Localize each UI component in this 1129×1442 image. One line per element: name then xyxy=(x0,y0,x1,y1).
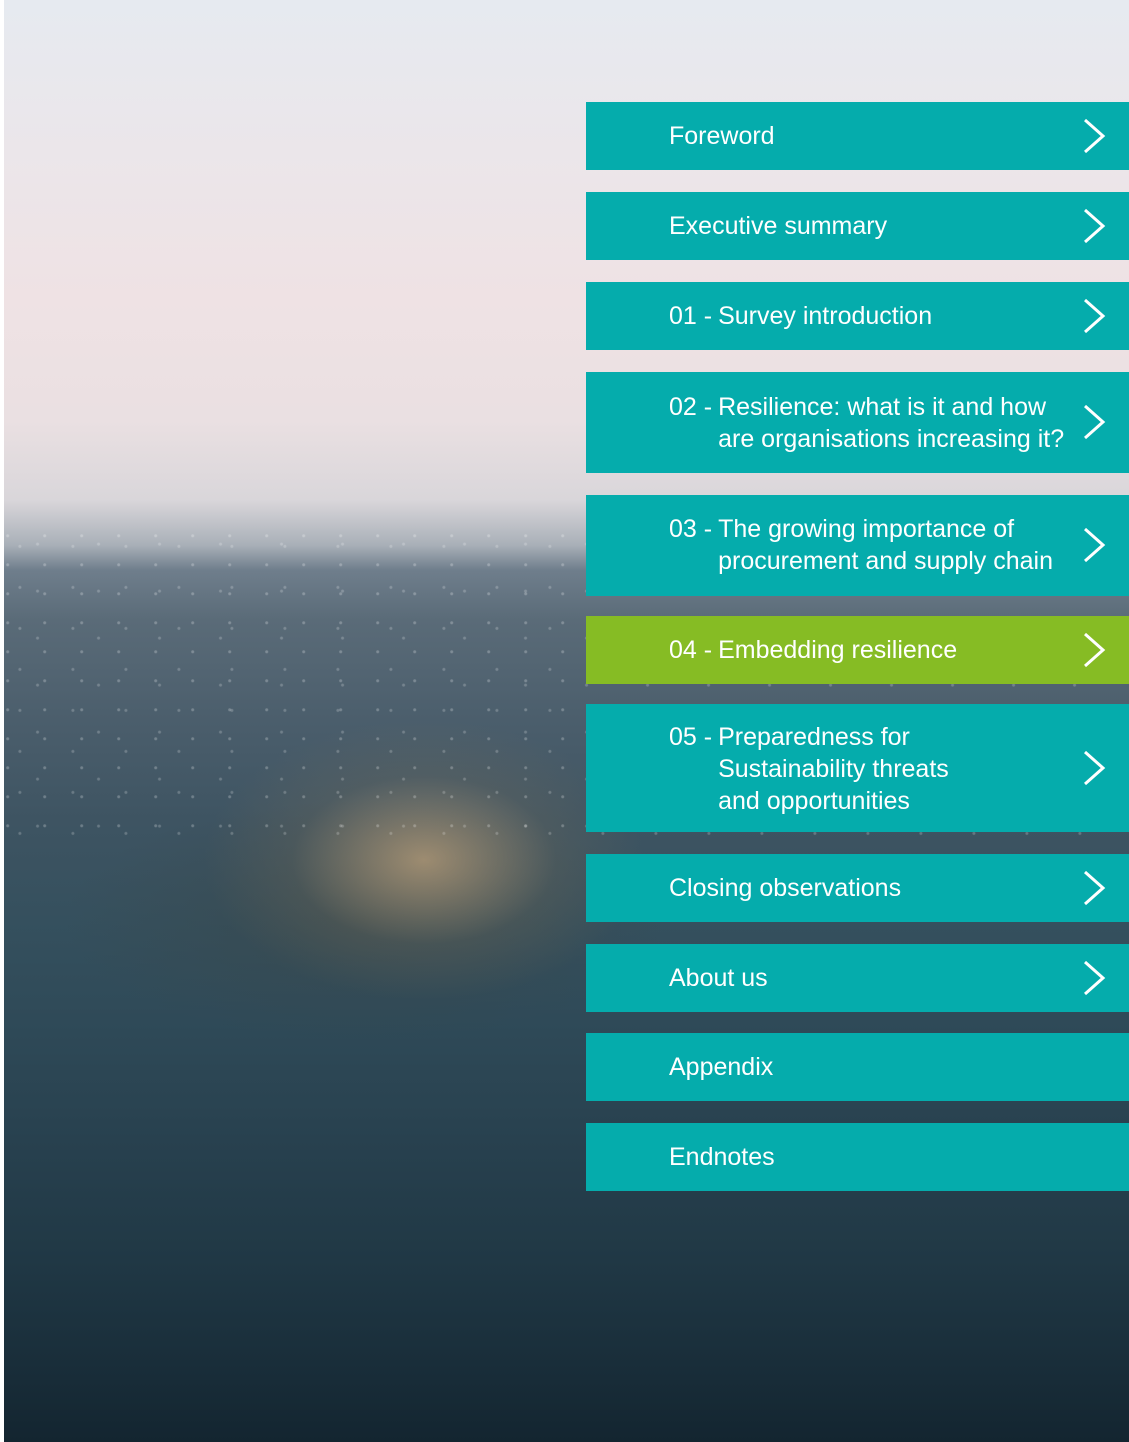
toc-item-label: Closing observations xyxy=(669,874,902,902)
chevron-right-icon xyxy=(1081,960,1107,996)
toc-item-label: About us xyxy=(669,964,768,992)
chevron-right-icon xyxy=(1081,298,1107,334)
toc-item-label: Preparedness for Sustainability threats … xyxy=(718,723,949,815)
chevron-right-icon xyxy=(1081,750,1107,786)
toc-item-resilience[interactable]: 02 - Resilience: what is it and how are o… xyxy=(586,372,1129,473)
toc-item-label: Appendix xyxy=(669,1053,774,1081)
toc-item-label: Survey introduction xyxy=(718,302,933,330)
chevron-right-icon xyxy=(1081,404,1107,440)
toc-item-sustainability[interactable]: 05 - Preparedness for Sustainability thre… xyxy=(586,704,1129,832)
toc-item-executive-summary[interactable]: Executive summary xyxy=(586,192,1129,260)
toc-item-foreword[interactable]: Foreword xyxy=(586,102,1129,170)
toc-item-label: The growing importance of procurement an… xyxy=(718,515,1054,575)
toc-item-label: Endnotes xyxy=(669,1143,775,1171)
toc-item-survey-introduction[interactable]: 01 - Survey introduction xyxy=(586,282,1129,350)
toc-item-label: Resilience: what is it and how are organ… xyxy=(718,393,1065,453)
chevron-right-icon xyxy=(1081,118,1107,154)
toc-item-procurement[interactable]: 03 - The growing importance of procuremen… xyxy=(586,495,1129,596)
chevron-right-icon xyxy=(1081,527,1107,563)
toc-item-closing-observations[interactable]: Closing observations xyxy=(586,854,1129,922)
toc-item-number: 04 - xyxy=(669,636,713,664)
toc-item-number: 01 - xyxy=(669,302,713,330)
toc-item-endnotes[interactable]: Endnotes xyxy=(586,1123,1129,1191)
chevron-right-icon xyxy=(1081,870,1107,906)
toc-item-number: 02 - xyxy=(669,393,713,421)
chevron-right-icon xyxy=(1081,632,1107,668)
chevron-right-icon xyxy=(1081,208,1107,244)
toc-item-embedding-resilience[interactable]: 04 - Embedding resilience xyxy=(586,616,1129,684)
toc-item-label: Executive summary xyxy=(669,212,888,240)
toc-item-appendix[interactable]: Appendix xyxy=(586,1033,1129,1101)
toc-item-label: Foreword xyxy=(669,122,775,150)
toc-item-number: 05 - xyxy=(669,723,713,751)
toc-item-about-us[interactable]: About us xyxy=(586,944,1129,1012)
toc-item-label: Embedding resilience xyxy=(718,636,958,664)
toc-item-number: 03 - xyxy=(669,515,713,543)
